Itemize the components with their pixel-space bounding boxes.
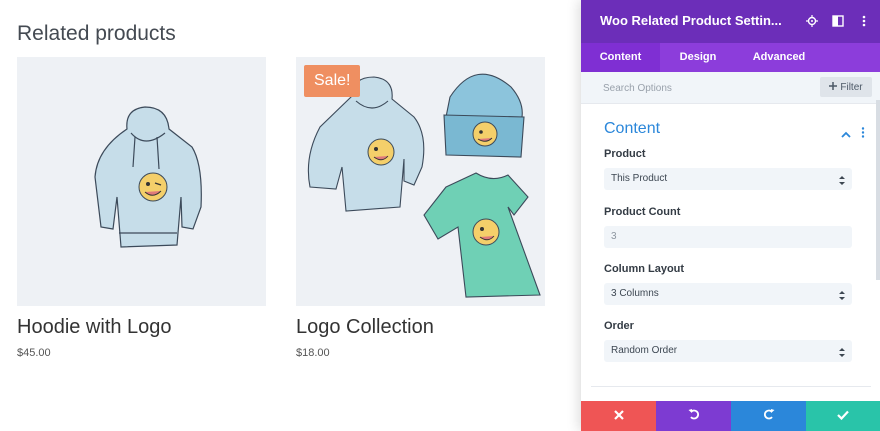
panel-title: Woo Related Product Settin... (600, 13, 782, 28)
product-card[interactable]: Sale! Logo Collection $18.00 (296, 57, 545, 359)
divider (591, 386, 871, 387)
discard-button[interactable] (581, 401, 656, 431)
product-label: Product (604, 148, 646, 160)
sale-badge: Sale! (304, 65, 361, 97)
select-arrows-icon (839, 288, 845, 310)
product-price: $45.00 (17, 347, 51, 359)
order-value: Random Order (611, 345, 678, 356)
undo-icon (688, 407, 700, 425)
filter-button[interactable]: Filter (820, 77, 872, 97)
product-title[interactable]: Logo Collection (296, 316, 545, 339)
product-image-logo-collection[interactable]: Sale! (296, 57, 545, 306)
column-layout-label: Column Layout (604, 263, 685, 275)
content-section-header[interactable]: Content (581, 116, 880, 150)
search-options-input[interactable] (593, 77, 825, 99)
undo-button[interactable] (656, 401, 731, 431)
product-field: Product This Product (604, 148, 852, 190)
column-layout-value: 3 Columns (611, 288, 659, 299)
product-select-value: This Product (611, 173, 668, 184)
settings-tabs: Content Design Advanced (581, 43, 880, 72)
product-select[interactable]: This Product (604, 168, 852, 190)
related-products-heading: Related products (17, 22, 176, 45)
column-layout-field: Column Layout 3 Columns (604, 263, 852, 305)
tab-design[interactable]: Design (660, 43, 736, 72)
section-title: Content (604, 120, 661, 137)
scrollbar[interactable] (876, 100, 880, 280)
panel-footer (581, 401, 880, 431)
select-arrows-icon (839, 173, 845, 195)
product-count-field: Product Count 3 (604, 206, 852, 248)
product-image-hoodie[interactable] (17, 57, 266, 306)
product-price: $18.00 (296, 347, 330, 359)
header-icons (806, 14, 870, 28)
search-options-bar: Filter (581, 72, 880, 104)
product-title[interactable]: Hoodie with Logo (17, 316, 266, 339)
select-arrows-icon (839, 345, 845, 367)
product-count-input[interactable]: 3 (604, 226, 852, 248)
product-card[interactable]: Hoodie with Logo $45.00 (17, 57, 266, 359)
hoodie-illustration (94, 106, 202, 248)
checkmark-icon (837, 407, 849, 425)
close-icon (613, 407, 624, 425)
chevron-up-icon[interactable] (841, 125, 851, 143)
product-count-label: Product Count (604, 206, 681, 218)
order-select[interactable]: Random Order (604, 340, 852, 362)
plus-icon (829, 81, 838, 93)
tab-advanced[interactable]: Advanced (736, 43, 822, 72)
column-layout-select[interactable]: 3 Columns (604, 283, 852, 305)
target-icon[interactable] (806, 14, 818, 28)
order-label: Order (604, 320, 634, 332)
redo-button[interactable] (731, 401, 806, 431)
split-view-icon[interactable] (832, 14, 844, 28)
order-field: Order Random Order (604, 320, 852, 362)
more-vertical-icon[interactable] (858, 14, 870, 28)
redo-icon (763, 407, 775, 425)
panel-header[interactable]: Woo Related Product Settin... (581, 0, 880, 43)
filter-label: Filter (840, 81, 863, 93)
more-vertical-icon[interactable] (861, 125, 865, 143)
save-button[interactable] (806, 401, 880, 431)
module-settings-panel: Woo Related Product Settin... Content De… (581, 0, 880, 431)
tab-content[interactable]: Content (581, 43, 660, 72)
